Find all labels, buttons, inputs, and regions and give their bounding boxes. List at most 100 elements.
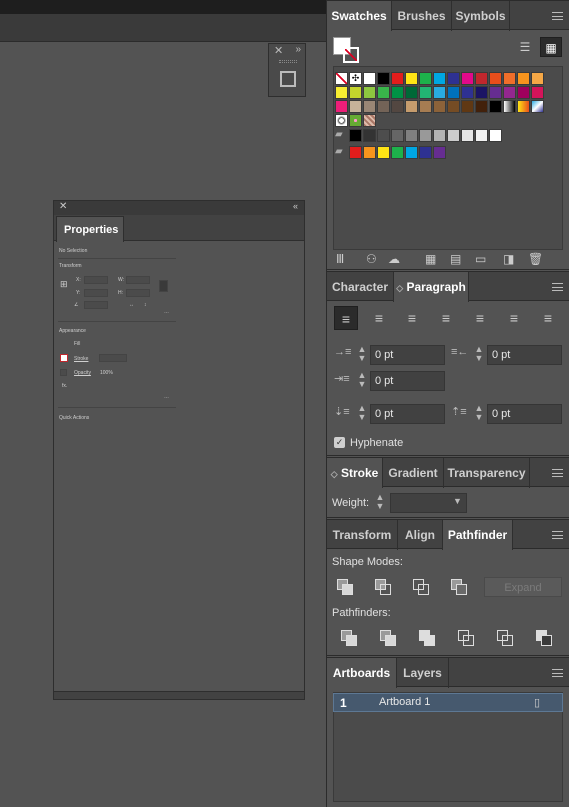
space-after-field[interactable]: 0 pt <box>487 404 562 424</box>
swatch[interactable] <box>377 146 390 159</box>
swatch[interactable] <box>391 129 404 142</box>
show-kinds-icon[interactable]: ⚇ <box>366 252 377 266</box>
left-indent-field[interactable]: 0 pt <box>370 345 445 365</box>
minus-front-button[interactable] <box>375 579 393 597</box>
justify-right-button[interactable]: ≡ <box>502 306 526 330</box>
stroke-label[interactable]: Stroke <box>74 356 88 362</box>
new-swatch-icon[interactable]: ◨ <box>503 252 514 266</box>
tab-properties[interactable]: Properties <box>56 216 124 242</box>
resize-grip[interactable] <box>54 691 304 699</box>
swatch[interactable] <box>391 72 404 85</box>
trim-button[interactable] <box>380 630 398 648</box>
swatch[interactable] <box>447 129 460 142</box>
color-group-icon[interactable]: ▦ <box>425 252 436 266</box>
swatch[interactable] <box>447 72 460 85</box>
properties-header[interactable]: ✕ « <box>54 201 304 215</box>
outline-button[interactable] <box>497 630 515 648</box>
swatch[interactable] <box>489 86 502 99</box>
expand-icon[interactable]: » <box>295 44 301 55</box>
tab-transparency[interactable]: Transparency <box>444 458 530 488</box>
collapsed-panel[interactable]: ✕ » <box>268 43 306 97</box>
artboard-options-icon[interactable]: ▯ <box>534 696 540 709</box>
swatch[interactable] <box>335 72 348 85</box>
swatch[interactable] <box>363 100 376 113</box>
swatch[interactable] <box>349 100 362 113</box>
rotate-field[interactable] <box>84 301 108 309</box>
tab-transform[interactable]: Transform <box>327 520 398 550</box>
swatch[interactable] <box>363 86 376 99</box>
y-field[interactable] <box>84 289 108 297</box>
swatch[interactable] <box>391 146 404 159</box>
list-view-icon[interactable]: ☰ <box>514 37 536 57</box>
left-indent-stepper[interactable]: ▲ ▼ <box>356 345 368 365</box>
swatch[interactable] <box>447 100 460 113</box>
merge-button[interactable] <box>419 630 437 648</box>
swatch[interactable] <box>405 129 418 142</box>
swatch[interactable] <box>419 86 432 99</box>
tab-symbols[interactable]: Symbols <box>452 1 510 31</box>
justify-all-button[interactable]: ≡ <box>536 306 560 330</box>
swatch[interactable] <box>433 100 446 113</box>
expand-button[interactable]: Expand <box>484 577 562 597</box>
popout-icon[interactable] <box>280 71 296 87</box>
space-before-field[interactable]: 0 pt <box>370 404 445 424</box>
tab-pathfinder[interactable]: Pathfinder <box>443 520 513 550</box>
constrain-proportions-icon[interactable] <box>159 280 168 292</box>
swatch[interactable] <box>433 72 446 85</box>
swatch[interactable] <box>405 100 418 113</box>
tab-layers[interactable]: Layers <box>397 658 449 688</box>
swatch[interactable] <box>391 100 404 113</box>
flip-horizontal-icon[interactable]: ↔ <box>129 302 134 308</box>
chevron-down-icon[interactable]: ▼ <box>453 496 462 506</box>
swatch[interactable] <box>475 72 488 85</box>
flip-vertical-icon[interactable]: ↕ <box>144 302 147 308</box>
tab-paragraph[interactable]: ◇ Paragraph <box>394 272 469 302</box>
swatch[interactable] <box>489 100 502 113</box>
swatch[interactable] <box>433 146 446 159</box>
panel-menu-icon[interactable] <box>552 12 563 20</box>
swatch[interactable] <box>461 100 474 113</box>
w-field[interactable] <box>126 276 150 284</box>
swatch[interactable] <box>475 100 488 113</box>
tab-artboards[interactable]: Artboards <box>327 658 397 688</box>
swatch[interactable] <box>531 100 544 113</box>
swatch[interactable] <box>405 146 418 159</box>
justify-center-button[interactable]: ≡ <box>468 306 492 330</box>
panel-menu-icon[interactable] <box>552 669 563 677</box>
h-field[interactable] <box>126 289 150 297</box>
stroke-swatch[interactable] <box>343 47 359 63</box>
panel-menu-icon[interactable] <box>552 531 563 539</box>
stroke-weight-field[interactable] <box>99 354 127 362</box>
swatch[interactable] <box>377 129 390 142</box>
artboard-name[interactable]: Artboard 1 <box>379 696 430 708</box>
swatch[interactable] <box>517 100 530 113</box>
tab-brushes[interactable]: Brushes <box>392 1 452 31</box>
x-field[interactable] <box>84 276 108 284</box>
crop-button[interactable] <box>458 630 476 648</box>
swatch[interactable] <box>419 146 432 159</box>
opacity-field[interactable]: 100% <box>100 370 113 376</box>
right-indent-field[interactable]: 0 pt <box>487 345 562 365</box>
tab-swatches[interactable]: Swatches <box>327 1 392 31</box>
justify-left-button[interactable]: ≡ <box>434 306 458 330</box>
stroke-swatch[interactable] <box>60 354 68 362</box>
swatch[interactable] <box>405 72 418 85</box>
close-icon[interactable]: ✕ <box>59 201 67 212</box>
tab-align[interactable]: Align <box>398 520 443 550</box>
swatch[interactable] <box>363 129 376 142</box>
swatch[interactable] <box>475 129 488 142</box>
exclude-button[interactable] <box>451 579 469 597</box>
swatch[interactable] <box>363 72 376 85</box>
swatch[interactable]: ✣ <box>349 72 362 85</box>
tab-stroke[interactable]: ◇ Stroke <box>327 458 383 488</box>
align-left-button[interactable]: ≡ <box>334 306 358 330</box>
swatch[interactable] <box>475 86 488 99</box>
swatch[interactable] <box>531 86 544 99</box>
swatch[interactable] <box>517 86 530 99</box>
swatch[interactable]: ▰ <box>335 129 348 142</box>
space-after-stepper[interactable]: ▲ ▼ <box>473 404 485 424</box>
delete-icon[interactable]: 🗑 <box>528 252 543 266</box>
swatch[interactable] <box>391 86 404 99</box>
rotate-icon[interactable]: ∠ <box>74 302 78 308</box>
panel-menu-icon[interactable] <box>552 283 563 291</box>
